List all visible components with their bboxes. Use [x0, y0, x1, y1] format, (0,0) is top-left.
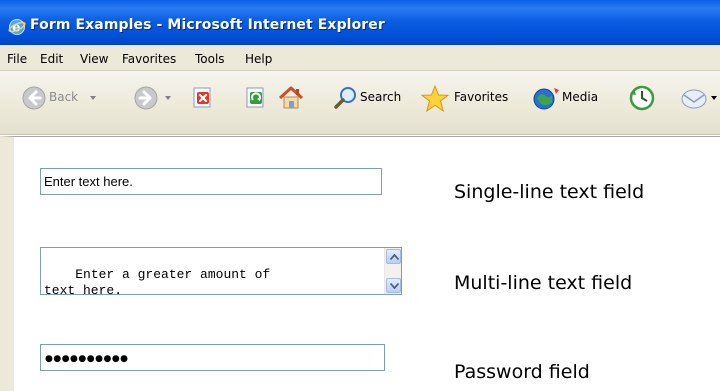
single-line-text-input[interactable]: [40, 168, 382, 195]
search-button[interactable]: Search: [333, 83, 409, 123]
favorites-star-icon: [420, 84, 450, 117]
favorites-button[interactable]: Favorites: [420, 83, 524, 123]
multi-line-textarea[interactable]: Enter a greater amount of text here.: [40, 247, 402, 298]
multi-line-text: Enter a greater amount of text here.: [44, 267, 271, 298]
history-icon: [628, 85, 656, 114]
multi-line-label: Multi-line text field: [454, 272, 633, 294]
home-button[interactable]: [275, 83, 307, 123]
back-button[interactable]: Back: [20, 83, 96, 123]
forward-arrow-icon: [134, 86, 158, 113]
refresh-icon: [245, 87, 267, 112]
search-label: Search: [360, 90, 402, 104]
password-masked-value: ●●●●●●●●●●: [45, 354, 129, 364]
menu-favorites[interactable]: Favorites: [122, 52, 176, 66]
menu-view[interactable]: View: [80, 52, 108, 66]
search-icon: [333, 85, 359, 114]
forward-dropdown-icon[interactable]: [165, 96, 171, 100]
back-dropdown-icon[interactable]: [90, 96, 96, 100]
window-title: Form Examples - Microsoft Internet Explo…: [30, 17, 385, 33]
menu-edit[interactable]: Edit: [40, 52, 63, 66]
password-label: Password field: [454, 361, 590, 383]
mail-button[interactable]: [680, 83, 720, 123]
favorites-label: Favorites: [454, 90, 509, 104]
window-titlebar[interactable]: e Form Examples - Microsoft Internet Exp…: [0, 0, 720, 45]
textarea-scrollbar[interactable]: [384, 248, 401, 294]
stop-icon: [192, 87, 214, 112]
menu-file[interactable]: File: [7, 52, 27, 66]
back-arrow-icon: [22, 86, 46, 113]
stop-button[interactable]: [190, 83, 216, 123]
media-icon: [532, 85, 560, 114]
single-line-label: Single-line text field: [454, 181, 645, 203]
home-icon: [277, 84, 305, 115]
history-button[interactable]: [628, 83, 660, 123]
back-label: Back: [49, 90, 79, 104]
media-button[interactable]: Media: [532, 83, 606, 123]
mail-dropdown-icon[interactable]: [711, 96, 717, 100]
standard-toolbar: Back Search Favorites Media: [0, 71, 720, 135]
mail-icon: [680, 86, 708, 113]
media-label: Media: [562, 90, 599, 104]
menu-bar: File Edit View Favorites Tools Help: [0, 45, 720, 71]
scroll-down-button[interactable]: [386, 278, 401, 293]
forward-button[interactable]: [134, 83, 174, 123]
menu-tools[interactable]: Tools: [195, 52, 225, 66]
refresh-button[interactable]: [243, 83, 269, 123]
ie-icon: e: [8, 18, 26, 36]
scroll-up-button[interactable]: [386, 249, 401, 264]
menu-help[interactable]: Help: [245, 52, 272, 66]
page-content: Single-line text field Enter a greater a…: [0, 136, 720, 391]
password-input[interactable]: ●●●●●●●●●●: [40, 344, 385, 371]
